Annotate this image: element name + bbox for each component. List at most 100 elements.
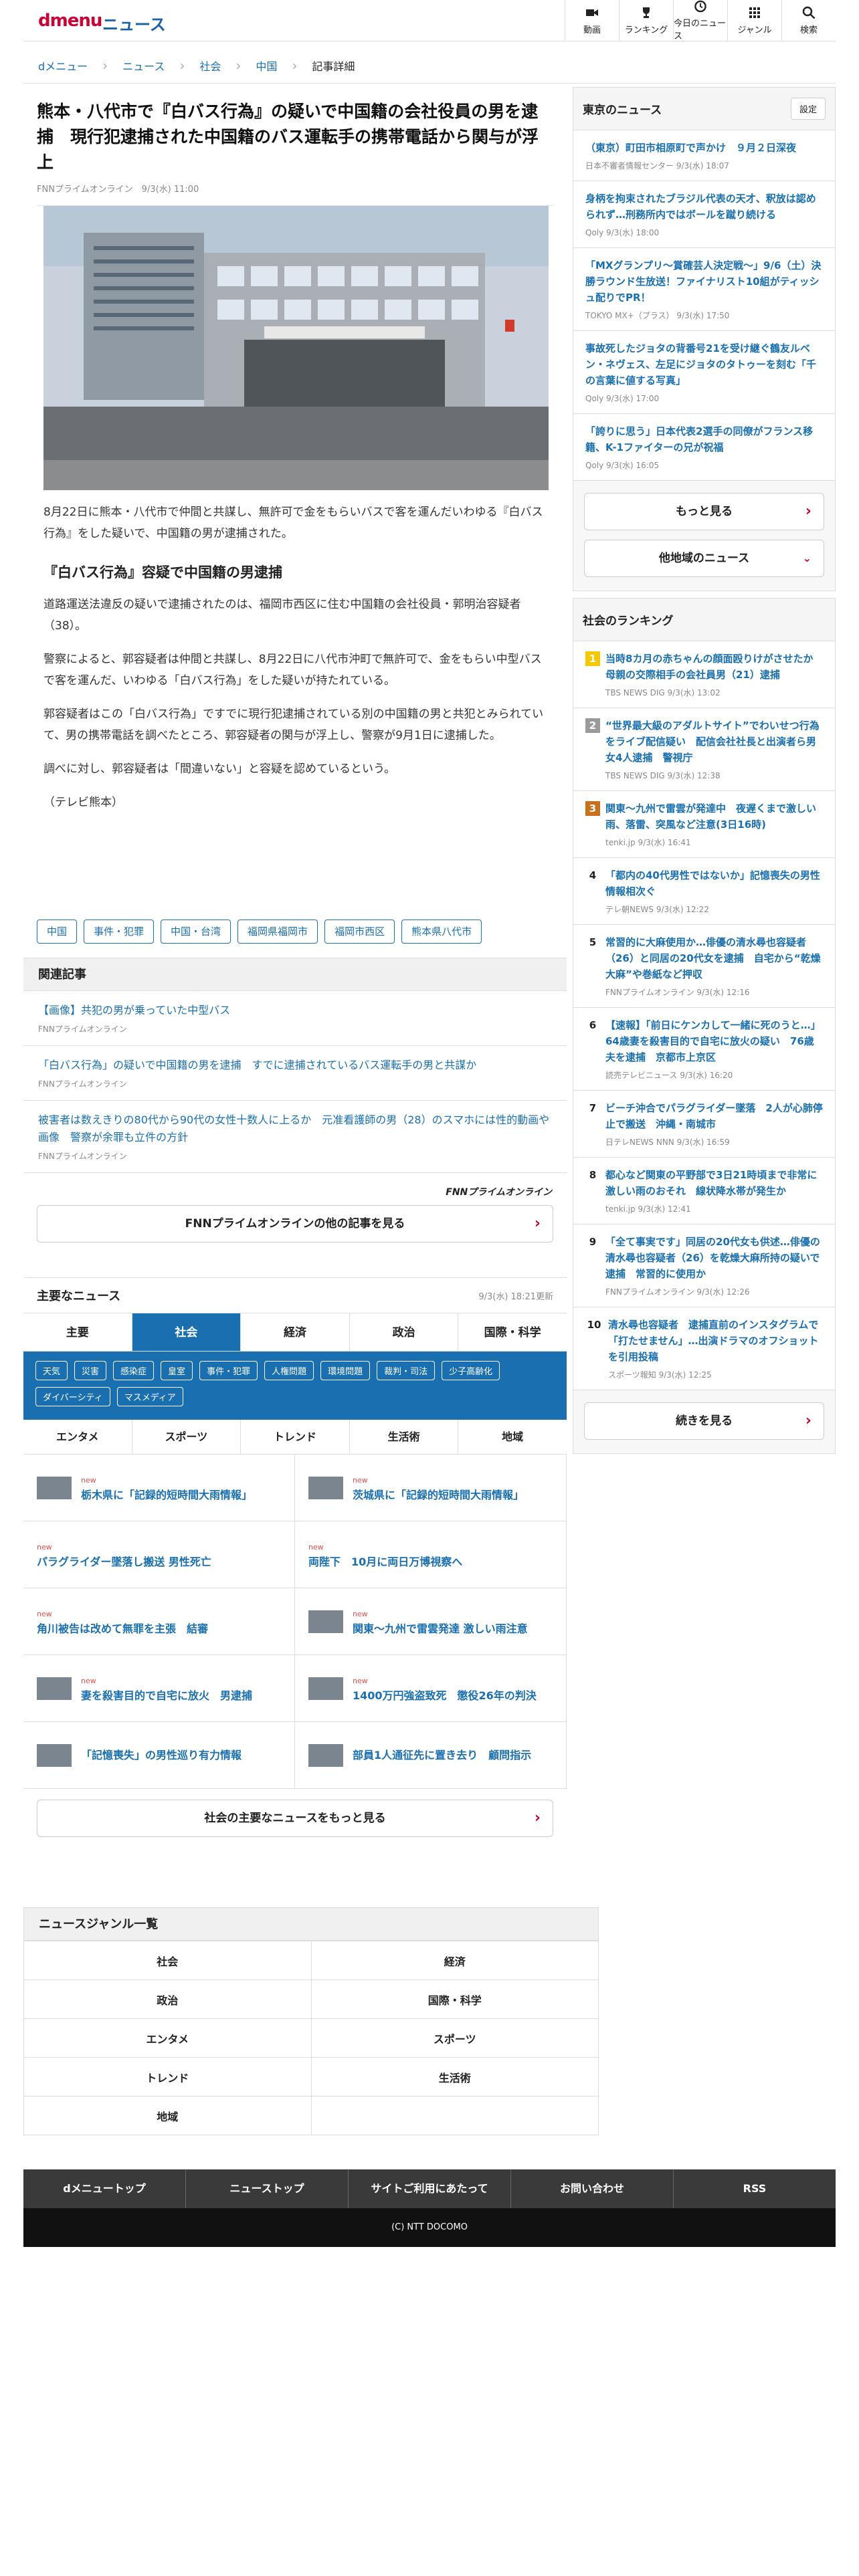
related-item[interactable]: 被害者は数えきりの80代から90代の女性十数人に上るか 元准看護師の男（28）の… [23, 1101, 567, 1173]
subtag[interactable]: 人権問題 [264, 1361, 314, 1380]
genre-link[interactable]: トレンド [23, 2057, 312, 2097]
tab-sports[interactable]: スポーツ [132, 1420, 242, 1454]
local-news-item[interactable]: 「MXグランプリ〜賞確芸人決定戦〜」9/6（土）決勝ラウンド生放送！ファイナリス… [573, 248, 835, 331]
tag-chip[interactable]: 福岡県福岡市 [237, 920, 318, 944]
ranking-item[interactable]: 2 “世界最大級のアダルトサイト”でわいせつ行為をライブ配信疑い 配信会社社長と出… [573, 708, 835, 791]
new-badge: new [353, 1676, 368, 1685]
other-region-dropdown[interactable]: 他地域のニュース ⌄ [584, 540, 824, 577]
rank-badge: 1 [585, 651, 600, 666]
ranking-item[interactable]: 6 【速報】「前日にケンカして一緒に死のうと…」64歳妻を殺害目的で自宅に放火の疑… [573, 1008, 835, 1091]
breadcrumb-news[interactable]: ニュース [122, 58, 165, 74]
genre-link[interactable]: 国際・科学 [310, 1979, 599, 2019]
breadcrumb-china[interactable]: 中国 [256, 58, 277, 74]
nav-ranking[interactable]: ランキング [619, 0, 673, 41]
news-item[interactable]: new 栃木県に「記録的短時間大雨情報」 [23, 1455, 295, 1521]
news-item[interactable]: new 妻を殺害目的で自宅に放火 男逮捕 [23, 1655, 295, 1722]
news-thumbnail [308, 1677, 343, 1700]
tab-society[interactable]: 社会 [132, 1313, 242, 1351]
subtag[interactable]: ダイバーシティ [35, 1387, 110, 1406]
tag-chip[interactable]: 中国 [37, 920, 78, 944]
ranking-item[interactable]: 8 都心など関東の平野部で3日21時頃まで非常に激しい雨のおそれ 線状降水帯が発生… [573, 1158, 835, 1224]
subtag[interactable]: 皇室 [161, 1361, 193, 1380]
genre-link[interactable]: スポーツ [310, 2018, 599, 2058]
video-icon [586, 9, 598, 16]
local-news-item[interactable]: 事故死したジョタの背番号21を受け継ぐ鶴友ルベン・ネヴェス、左足にジョタのタトゥ… [573, 331, 835, 414]
tab-international[interactable]: 国際・科学 [458, 1313, 567, 1351]
local-news-item[interactable]: 身柄を拘束されたブラジル代表の天才、釈放は認められず…刑務所内ではボールを蹴り続… [573, 181, 835, 248]
tag-chip[interactable]: 熊本県八代市 [401, 920, 482, 944]
local-news-item[interactable]: 「誇りに思う」日本代表2選手の同僚がフランス移籍、K-1ファイターの兄が祝福 Qo… [573, 414, 835, 481]
tab-politics[interactable]: 政治 [350, 1313, 459, 1351]
chevron-right-icon: › [534, 1810, 541, 1826]
news-item[interactable]: new 1400万円強盗致死 懲役26年の判決 [295, 1655, 567, 1722]
rank-badge: 8 [589, 1169, 597, 1181]
tab-trend[interactable]: トレンド [241, 1420, 350, 1454]
nav-video[interactable]: 動画 [565, 0, 619, 41]
more-local-button[interactable]: もっと見る › [584, 493, 824, 530]
service-title[interactable]: ニュース [102, 11, 166, 35]
tab-major[interactable]: 主要 [23, 1313, 132, 1351]
footer-link-news[interactable]: ニューストップ [186, 2169, 349, 2208]
subtag[interactable]: 天気 [35, 1361, 68, 1380]
footer-link-rss[interactable]: RSS [674, 2169, 836, 2208]
ranking-item[interactable]: 5 常習的に大麻使用か…俳優の清水尋也容疑者（26）と同居の20代女を逮捕 自宅か… [573, 925, 835, 1008]
tab-lifestyle[interactable]: 生活術 [350, 1420, 459, 1454]
genre-link[interactable]: 生活術 [310, 2057, 599, 2097]
trophy-icon [643, 7, 650, 18]
genre-link[interactable]: 地域 [23, 2096, 312, 2135]
tag-chip[interactable]: 福岡市西区 [324, 920, 395, 944]
local-news-box: 東京のニュース 設定 （東京）町田市相原町で声かけ ９月２日深夜 日本不審者情報セン… [573, 87, 836, 591]
rank-badge: 7 [589, 1102, 597, 1114]
ranking-item[interactable]: 7 ビーチ沖合でパラグライダー墜落 2人が心肺停止で搬送 沖縄・南城市 日テレNEW… [573, 1091, 835, 1158]
more-society-button[interactable]: 社会の主要なニュースをもっと見る › [37, 1800, 553, 1837]
footer-link-terms[interactable]: サイトご利用にあたって [349, 2169, 511, 2208]
more-fnn-button[interactable]: FNNプライムオンラインの他の記事を見る › [37, 1205, 553, 1243]
article-credit: （テレビ熊本） [43, 796, 123, 809]
news-item[interactable]: new パラグライダー墜落し搬送 男性死亡 [23, 1521, 295, 1588]
news-item[interactable]: 「記憶喪失」の男性巡り有力情報 [23, 1722, 295, 1789]
genre-link[interactable]: エンタメ [23, 2018, 312, 2058]
nav-search[interactable]: 検索 [781, 0, 836, 41]
more-ranking-button[interactable]: 続きを見る › [584, 1402, 824, 1440]
related-item[interactable]: 「白バス行為」の疑いで中国籍の男を逮捕 すでに逮捕されているバス運転手の男と共謀… [23, 1046, 567, 1101]
chevron-right-icon: › [534, 1215, 541, 1232]
ranking-item[interactable]: 1 当時8カ月の赤ちゃんの顔面殴りけがさせたか 母親の交際相手の会社員男（21）逮… [573, 641, 835, 708]
subtag[interactable]: マスメディア [116, 1387, 183, 1406]
tab-entertainment[interactable]: エンタメ [23, 1420, 132, 1454]
genre-link[interactable]: 社会 [23, 1941, 312, 1980]
ranking-item[interactable]: 9 「全て事実です」同居の20代女も供述…俳優の清水尋也容疑者（26）を乾燥大麻所… [573, 1224, 835, 1307]
news-item[interactable]: new 両陛下 10月に両日万博視察へ [295, 1521, 567, 1588]
subtag[interactable]: 裁判・司法 [377, 1361, 436, 1380]
related-item[interactable]: 【画像】共犯の男が乗っていた中型バス FNNプライムオンライン [23, 991, 567, 1046]
new-badge: new [37, 1542, 52, 1551]
footer-link-dmenu[interactable]: dメニュートップ [23, 2169, 186, 2208]
tab-economy[interactable]: 経済 [241, 1313, 350, 1351]
subtag[interactable]: 感染症 [113, 1361, 155, 1380]
article-photo[interactable] [43, 206, 549, 490]
breadcrumb-society[interactable]: 社会 [199, 58, 221, 74]
subtag[interactable]: 少子高齢化 [442, 1361, 500, 1380]
tab-region[interactable]: 地域 [458, 1420, 567, 1454]
ranking-item[interactable]: 3 関東〜九州で雷雲が発達中 夜遅くまで激しい雨、落雷、突風など注意(3日16時)… [573, 791, 835, 858]
tag-chip[interactable]: 事件・犯罪 [84, 920, 155, 944]
settings-button[interactable]: 設定 [790, 98, 826, 120]
subtag[interactable]: 災害 [74, 1361, 107, 1380]
genre-link[interactable]: 経済 [310, 1941, 599, 1980]
major-news-heading: 主要なニュース [37, 1289, 121, 1303]
nav-genre[interactable]: ジャンル [727, 0, 781, 41]
ranking-item[interactable]: 4 「都内の40代男性ではないか」記憶喪失の男性 情報相次ぐ テレ朝NEWS 9/3… [573, 858, 835, 925]
ranking-item[interactable]: 10 清水尋也容疑者 逮捕直前のインスタグラムで「打たせません」…出演ドラマのオフ… [573, 1307, 835, 1390]
news-item[interactable]: new 角川被告は改めて無罪を主張 結審 [23, 1588, 295, 1655]
local-news-item[interactable]: （東京）町田市相原町で声かけ ９月２日深夜 日本不審者情報センター 9/3(水) … [573, 130, 835, 181]
subtag[interactable]: 環境問題 [320, 1361, 371, 1380]
footer-link-contact[interactable]: お問い合わせ [511, 2169, 674, 2208]
nav-today[interactable]: 今日のニュース [673, 0, 727, 41]
news-item[interactable]: new 関東〜九州で雷雲発達 激しい雨注意 [295, 1588, 567, 1655]
news-item[interactable]: new 茨城県に「記録的短時間大雨情報」 [295, 1455, 567, 1521]
genre-link[interactable]: 政治 [23, 1979, 312, 2019]
subtag[interactable]: 事件・犯罪 [199, 1361, 258, 1380]
breadcrumb-dmenu[interactable]: dメニュー [38, 58, 88, 74]
tag-chip[interactable]: 中国・台湾 [161, 920, 231, 944]
dmenu-logo[interactable]: dmenu [38, 11, 102, 31]
news-item[interactable]: 部員1人通征先に置き去り 顧問指示 [295, 1722, 567, 1789]
